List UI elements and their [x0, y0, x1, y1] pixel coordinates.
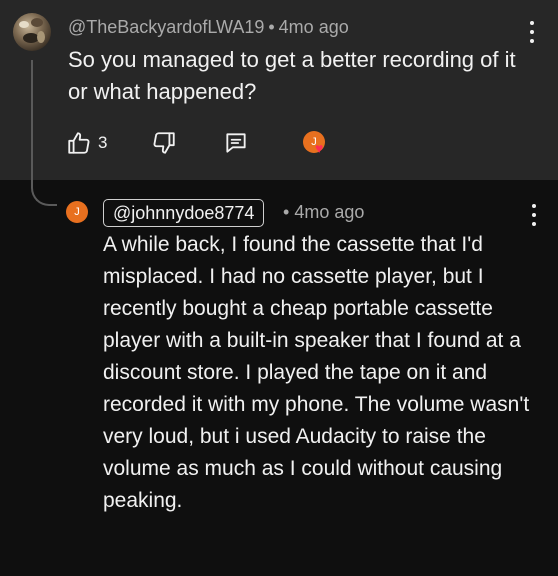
comment-time: 4mo ago	[278, 17, 349, 37]
like-count: 3	[98, 133, 108, 152]
like-button[interactable]: 3	[66, 130, 107, 156]
comment-time: 4mo ago	[294, 202, 365, 222]
comment-meta: @TheBackyardofLWA19 • 4mo ago	[68, 17, 349, 38]
comment-actions: 3	[66, 128, 249, 158]
meta-separator: •	[268, 17, 275, 37]
dislike-button[interactable]	[151, 130, 177, 156]
avatar[interactable]: J	[66, 201, 88, 223]
comment-meta: • 4mo ago	[283, 202, 364, 223]
more-icon[interactable]	[529, 21, 535, 43]
comment-text: So you managed to get a better recording…	[68, 47, 516, 104]
author-handle[interactable]: @johnnydoe8774	[103, 199, 265, 227]
like-icon	[68, 132, 90, 154]
creator-heart-icon: J ♥	[303, 131, 327, 155]
reply-button[interactable]	[223, 130, 249, 156]
reply-icon	[226, 133, 247, 153]
thread-line	[31, 60, 33, 185]
more-icon[interactable]	[531, 204, 537, 226]
author-name[interactable]: @TheBackyardofLWA19	[68, 17, 264, 37]
parent-comment: @TheBackyardofLWA19 • 4mo ago So you manag…	[0, 0, 558, 180]
thread-connector	[31, 180, 57, 206]
dislike-icon	[153, 132, 176, 154]
avatar[interactable]	[13, 13, 51, 51]
meta-separator: •	[283, 202, 290, 222]
heart-icon: ♥	[315, 140, 324, 156]
reply-text: A while back, I found the cassette that …	[103, 233, 530, 512]
